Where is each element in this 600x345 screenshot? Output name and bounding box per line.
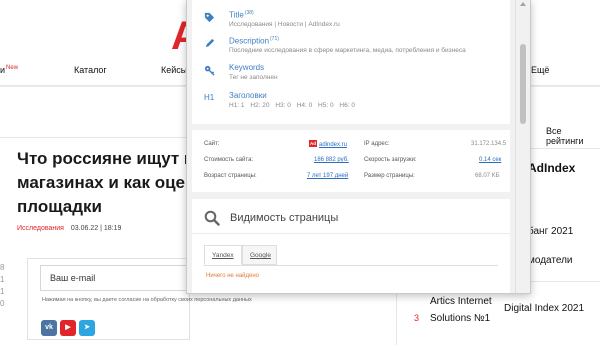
cost-label: Стоимость сайта: — [204, 157, 254, 163]
side-counters: 8 1 1 0 — [0, 262, 4, 310]
counter: 8 — [0, 263, 5, 272]
tabs-baseline — [204, 265, 498, 266]
seo-description-label: Description(71) — [229, 36, 279, 46]
visibility-title: Видимость страницы — [230, 212, 339, 224]
heading-count: H4: 0 — [296, 102, 313, 109]
site-label: Сайт: — [204, 141, 220, 147]
counter: 1 — [0, 275, 5, 284]
category-tag[interactable]: Исследования — [17, 225, 64, 232]
seo-description-value: Последние исследования в сфере маркетинг… — [229, 47, 466, 54]
seo-headings-label: Заголовки — [229, 91, 267, 100]
rating-line[interactable]: банг 2021 — [528, 226, 573, 237]
seo-title-label: Title(38) — [229, 10, 254, 20]
rating-index-name[interactable]: Digital Index 2021 — [504, 303, 584, 314]
ip-value: 31.172.134.5 — [471, 141, 507, 147]
seo-tags-card: Title(38) Исследования | Новости | AdInd… — [192, 0, 510, 124]
headline-line: площадки — [17, 197, 102, 216]
consent-text: Нажимая на кнопку, вы даете согласие на … — [42, 297, 252, 303]
ip-label: IP адрес: — [364, 141, 390, 147]
tag-icon — [204, 10, 220, 26]
seo-extension-popup: Title(38) Исследования | Новости | AdInd… — [186, 0, 531, 294]
site-value[interactable]: Ad adindex.ru — [309, 140, 347, 148]
size-label: Размер страницы: — [364, 173, 415, 179]
company-line: Artics Internet — [430, 296, 492, 307]
heading-count: H6: 0 — [339, 102, 355, 109]
site-stats-card: Сайт: Ad adindex.ru IP адрес: 31.172.134.… — [192, 130, 510, 192]
popup-scrollbar[interactable] — [515, 0, 530, 293]
content-divider — [0, 137, 190, 138]
age-label: Возраст страницы: — [204, 173, 257, 179]
scrollbar-thumb[interactable] — [520, 44, 526, 124]
rating-rank: 3 — [414, 313, 420, 323]
tab-google[interactable]: Google — [242, 245, 277, 265]
headings-counts: H1: 1 H2: 20 H3: 0 H4: 0 H5: 0 H6: 0 — [229, 102, 359, 109]
seo-title-value: Исследования | Новости | AdIndex.ru — [229, 21, 340, 28]
heading-icon: H1 — [204, 93, 215, 102]
cost-value[interactable]: 186 882 руб. — [314, 157, 349, 163]
size-value: 68.07 KБ — [475, 173, 500, 179]
nav-item-cases[interactable]: Кейсы — [161, 65, 187, 75]
page-visibility-card: Видимость страницы Yandex Google Ничего … — [192, 199, 510, 293]
site-favicon: Ad — [309, 140, 317, 147]
visibility-divider — [192, 233, 510, 234]
seo-keywords-label: Keywords — [229, 63, 265, 72]
rating-company[interactable]: Artics Internet Solutions №1 — [430, 293, 492, 327]
popup-content: Title(38) Исследования | Новости | AdInd… — [187, 0, 516, 293]
heading-count: H1: 1 — [229, 102, 245, 109]
seo-keywords-value: Тег не заполнен — [229, 74, 278, 81]
telegram-icon[interactable]: ➤ — [79, 320, 95, 336]
headline-line: магазинах и как оце — [17, 173, 186, 192]
nav-item-more[interactable]: Ещё — [531, 65, 549, 75]
email-field[interactable]: Ваш e-mail — [40, 265, 192, 291]
article-date: 03.06.22 | 18:19 — [70, 225, 122, 232]
subscribe-box: Ваш e-mail Нажимая на кнопку, вы даете с… — [27, 258, 252, 340]
new-badge: New — [6, 65, 19, 71]
rating-title: AdIndex — [528, 161, 576, 175]
social-links: vk ▶ ➤ — [41, 316, 98, 336]
heading-count: H5: 0 — [318, 102, 334, 109]
article-headline[interactable]: Что россияне ищут в магазинах и как оце … — [17, 147, 195, 219]
counter: 0 — [0, 299, 5, 308]
pencil-icon — [204, 36, 220, 52]
nav-item-catalog[interactable]: Каталог — [74, 65, 107, 75]
tab-yandex[interactable]: Yandex — [204, 245, 242, 265]
nav-item-new[interactable]: иNew — [0, 65, 18, 75]
search-icon — [204, 210, 220, 226]
heading-count: H2: 20 — [250, 102, 270, 109]
counter: 1 — [0, 287, 5, 296]
article-meta: Исследования 03.06.22 | 18:19 — [17, 225, 121, 232]
youtube-icon[interactable]: ▶ — [60, 320, 76, 336]
heading-count: H3: 0 — [275, 102, 291, 109]
age-value[interactable]: 7 лет 197 дней — [307, 173, 348, 179]
company-line: Solutions №1 — [430, 313, 491, 324]
speed-label: Скорость загрузки: — [364, 157, 417, 163]
rating-line[interactable]: модатели — [528, 255, 573, 266]
no-results-message: Ничего не найдено — [206, 273, 260, 279]
scroll-up-arrow-icon[interactable] — [520, 2, 526, 6]
headline-line: Что россияне ищут в — [17, 149, 195, 168]
speed-value[interactable]: 0.14 сек — [479, 157, 501, 163]
key-icon — [204, 63, 220, 79]
all-ratings-link[interactable]: Все рейтинги — [546, 126, 600, 146]
vk-icon[interactable]: vk — [41, 320, 57, 336]
